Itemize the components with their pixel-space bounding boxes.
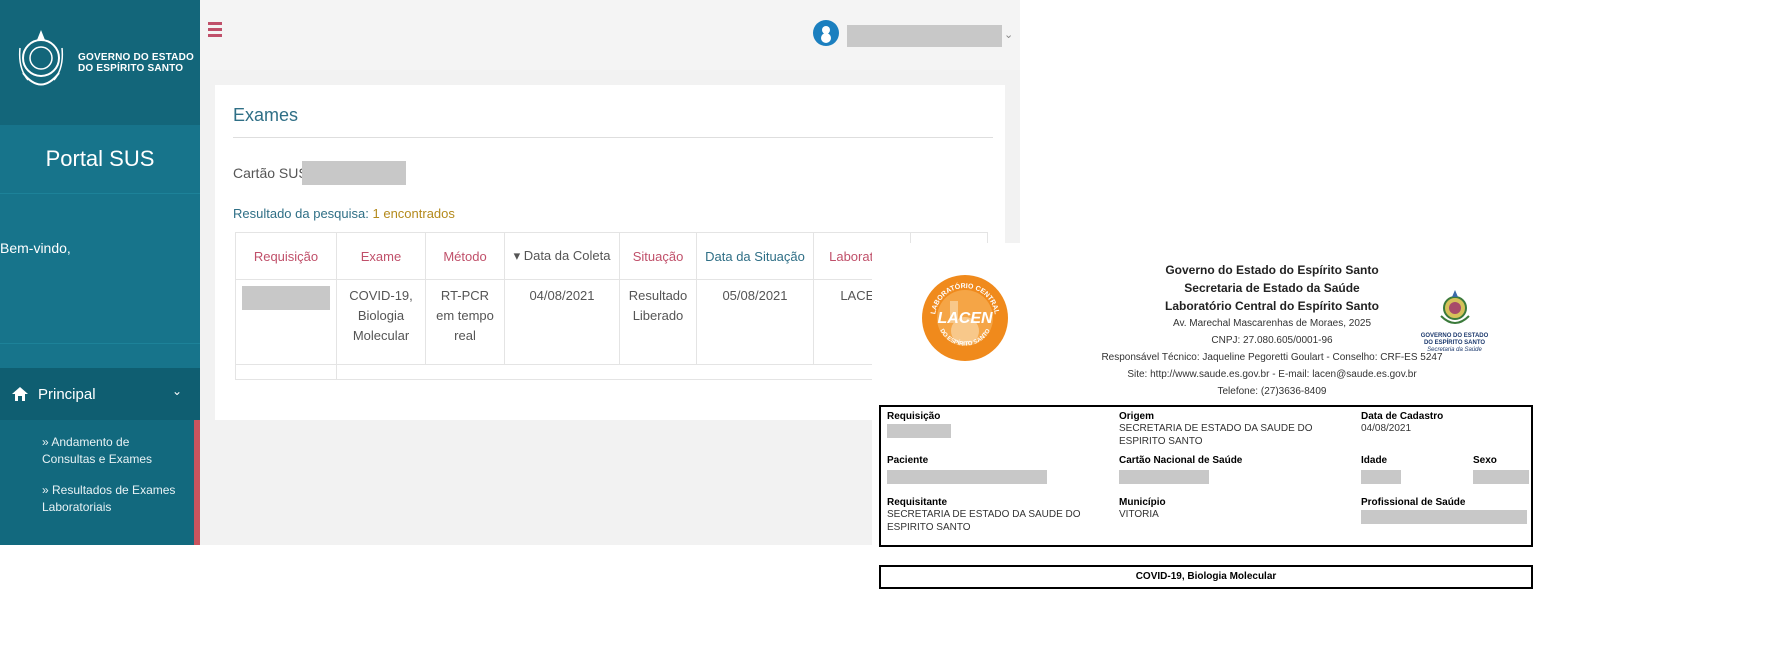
lacen-center-text: LACEN [937, 310, 993, 327]
field-municipio-value: VITORIA [1119, 509, 1159, 520]
field-origem-label: Origem [1119, 411, 1155, 422]
home-icon [12, 387, 28, 401]
field-sexo-label: Sexo [1473, 455, 1497, 466]
brand[interactable]: GOVERNO DO ESTADO DO ESPÍRITO SANTO [0, 0, 200, 125]
idade-redacted [1361, 470, 1401, 484]
report-telefone: Telefone: (27)3636-8409 [1217, 386, 1327, 397]
user-avatar-icon[interactable] [813, 20, 839, 46]
brand-line2: DO ESPÍRITO SANTO [78, 62, 184, 74]
divider [233, 137, 993, 138]
es-crest-line3: Secretaria da Saúde [1427, 347, 1482, 353]
field-origem: Origem SECRETARIA DE ESTADO DA SAUDE DO … [1119, 411, 1349, 448]
profissional-redacted [1361, 510, 1527, 524]
cell-data-coleta: 04/08/2021 [504, 279, 620, 365]
cell-situacao: Resultado Liberado [619, 279, 697, 365]
field-data-cadastro-value: 04/08/2021 [1361, 423, 1412, 434]
report-site: Site: http://www.saude.es.gov.br - E-mai… [1127, 369, 1417, 380]
brand-text: GOVERNO DO ESTADO DO ESPÍRITO SANTO [78, 52, 194, 74]
menu-principal[interactable]: Principal ⌄ [0, 368, 200, 420]
field-requisicao: Requisição [887, 411, 1107, 438]
col-data-situacao[interactable]: Data da Situação [696, 232, 814, 280]
field-municipio-label: Município [1119, 497, 1166, 508]
field-origem-value: SECRETARIA DE ESTADO DA SAUDE DO ESPIRIT… [1119, 423, 1313, 447]
chevron-down-icon: ⌄ [171, 384, 182, 398]
field-paciente: Paciente [887, 455, 1107, 484]
es-crest: GOVERNO DO ESTADO DO ESPÍRITO SANTO Secr… [1417, 288, 1492, 353]
submenu: » Andamento de Consultas e Exames » Resu… [0, 420, 200, 545]
report-line1: Governo do Estado do Espírito Santo [1165, 263, 1379, 277]
sexo-redacted [1473, 470, 1529, 484]
report-exam-title: COVID-19, Biologia Molecular [879, 565, 1533, 589]
es-crest-line2: DO ESPÍRITO SANTO [1423, 340, 1486, 346]
field-profissional-label: Profissional de Saúde [1361, 497, 1466, 508]
portal-title[interactable]: Portal SUS [0, 125, 200, 194]
col-data-coleta[interactable]: ▾ Data da Coleta [504, 232, 620, 280]
es-crest-line1: GOVERNO DO ESTADO [1420, 333, 1489, 339]
menu-principal-label: Principal [38, 385, 96, 403]
chevron-down-icon[interactable]: ⌄ [1004, 28, 1013, 41]
field-idade: Idade [1361, 455, 1421, 484]
cell-exame: COVID-19, Biologia Molecular [336, 279, 426, 365]
paciente-redacted [887, 470, 1047, 484]
cartao-redacted [1119, 470, 1209, 484]
cartao-sus-label: Cartão SUS: [233, 165, 312, 181]
lab-report: LABORATÓRIO CENTRAL LACEN DO ESPÍRITO SA… [872, 243, 1775, 665]
field-idade-label: Idade [1361, 455, 1388, 466]
lacen-logo: LABORATÓRIO CENTRAL LACEN DO ESPÍRITO SA… [922, 275, 1008, 361]
field-cartao-label: Cartão Nacional de Saúde [1119, 455, 1243, 466]
col-situacao[interactable]: Situação [619, 232, 697, 280]
col-requisicao[interactable]: Requisição [235, 232, 337, 280]
field-data-cadastro: Data de Cadastro 04/08/2021 [1361, 411, 1521, 435]
state-crest-icon [18, 29, 64, 85]
search-result-count: 1 encontrados [372, 206, 455, 221]
field-data-cadastro-label: Data de Cadastro [1361, 411, 1444, 422]
user-name-redacted[interactable] [847, 25, 1002, 47]
search-result-label: Resultado da pesquisa: [233, 206, 369, 221]
topbar: ⌄ [200, 0, 1020, 70]
field-requisitante: Requisitante SECRETARIA DE ESTADO DA SAU… [887, 497, 1117, 534]
state-crest-icon [1439, 290, 1470, 324]
field-paciente-label: Paciente [887, 455, 929, 466]
cartao-sus-redacted [302, 161, 406, 185]
report-patient-box: Requisição Origem SECRETARIA DE ESTADO D… [879, 405, 1533, 547]
submenu-item-andamento[interactable]: » Andamento de Consultas e Exames [0, 420, 194, 468]
field-requisitante-label: Requisitante [887, 497, 948, 508]
field-cartao: Cartão Nacional de Saúde [1119, 455, 1349, 484]
field-sexo: Sexo [1473, 455, 1533, 484]
col-exame[interactable]: Exame [336, 232, 426, 280]
field-requisicao-label: Requisição [887, 411, 941, 422]
portal-window: GOVERNO DO ESTADO DO ESPÍRITO SANTO Port… [0, 0, 1020, 545]
field-profissional: Profissional de Saúde [1361, 497, 1529, 524]
page-title: Exames [233, 105, 299, 125]
cell-requisicao [235, 279, 337, 365]
welcome-text: Bem-vindo, [0, 194, 200, 344]
requisicao-redacted [242, 286, 330, 310]
requisicao-redacted [887, 424, 951, 438]
search-result-text: Resultado da pesquisa: 1 encontrados [233, 206, 455, 221]
field-municipio: Município VITORIA [1119, 497, 1319, 521]
col-metodo[interactable]: Método [425, 232, 505, 280]
sidebar: GOVERNO DO ESTADO DO ESPÍRITO SANTO Port… [0, 0, 200, 545]
cell-data-situacao: 05/08/2021 [696, 279, 814, 365]
cell-metodo: RT-PCR em tempo real [425, 279, 505, 365]
hamburger-menu-icon[interactable] [208, 22, 222, 40]
submenu-item-resultados[interactable]: » Resultados de Exames Laboratoriais [0, 468, 194, 516]
brand-line1: GOVERNO DO ESTADO [78, 51, 195, 63]
field-requisitante-value: SECRETARIA DE ESTADO DA SAUDE DO ESPIRIT… [887, 509, 1081, 533]
